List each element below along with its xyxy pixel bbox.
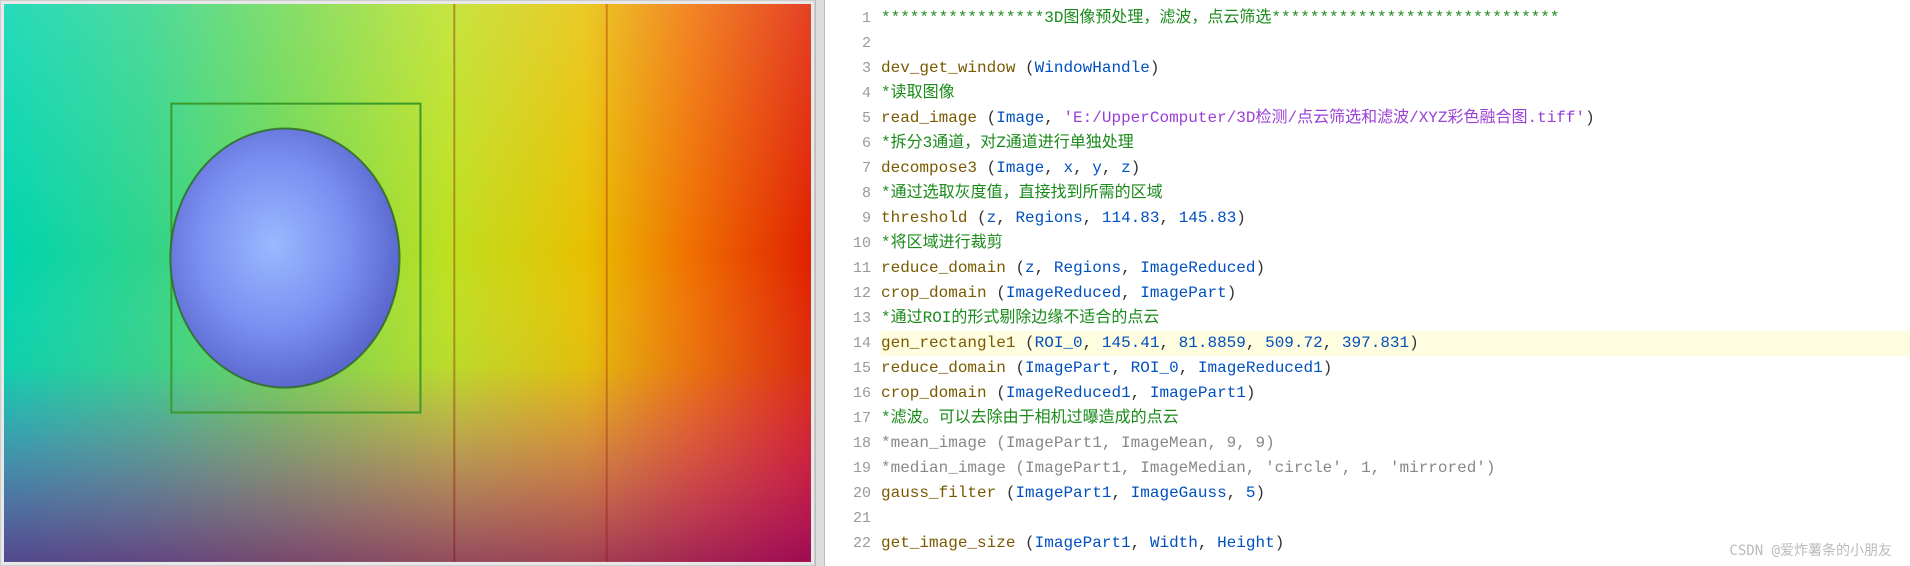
line-number[interactable]: 8 — [825, 181, 871, 206]
code-line[interactable]: read_image (Image, 'E:/UpperComputer/3D检… — [881, 106, 1910, 131]
line-number[interactable]: 1 — [825, 6, 871, 31]
code-lines[interactable]: *****************3D图像预处理，滤波，点云筛选********… — [877, 0, 1910, 566]
line-number[interactable]: 18 — [825, 431, 871, 456]
line-number[interactable]: 3 — [825, 56, 871, 81]
line-number[interactable]: 21 — [825, 506, 871, 531]
line-number-gutter[interactable]: 1234567➔8910111213141516171819202122 — [825, 0, 877, 566]
line-number[interactable]: 10 — [825, 231, 871, 256]
graphics-window[interactable] — [0, 0, 815, 566]
code-line[interactable]: *median_image (ImagePart1, ImageMedian, … — [881, 456, 1910, 481]
code-line[interactable]: *通过选取灰度值，直接找到所需的区域 — [881, 181, 1910, 206]
line-number[interactable]: 15 — [825, 356, 871, 381]
image-view — [4, 4, 811, 562]
line-number[interactable]: 14 — [825, 331, 871, 356]
line-number[interactable]: 22 — [825, 531, 871, 556]
code-line[interactable]: *将区域进行裁剪 — [881, 231, 1910, 256]
code-line[interactable]: *****************3D图像预处理，滤波，点云筛选********… — [881, 6, 1910, 31]
code-line[interactable]: crop_domain (ImageReduced1, ImagePart1) — [881, 381, 1910, 406]
code-line[interactable] — [881, 506, 1910, 531]
code-line[interactable]: *通过ROI的形式剔除边缘不适合的点云 — [881, 306, 1910, 331]
line-number[interactable]: 7➔ — [825, 156, 871, 181]
code-line[interactable]: gauss_filter (ImagePart1, ImageGauss, 5) — [881, 481, 1910, 506]
watermark: CSDN @爱炸薯条的小朋友 — [1729, 540, 1892, 560]
line-number[interactable]: 16 — [825, 381, 871, 406]
line-number[interactable]: 9 — [825, 206, 871, 231]
displayed-image — [4, 4, 811, 562]
code-editor[interactable]: 1234567➔8910111213141516171819202122 ***… — [825, 0, 1910, 566]
code-line[interactable] — [881, 31, 1910, 56]
line-number[interactable]: 12 — [825, 281, 871, 306]
line-number[interactable]: 11 — [825, 256, 871, 281]
panel-divider[interactable] — [815, 0, 825, 566]
code-line[interactable]: decompose3 (Image, x, y, z) — [881, 156, 1910, 181]
line-number[interactable]: 13 — [825, 306, 871, 331]
code-line[interactable]: reduce_domain (z, Regions, ImageReduced) — [881, 256, 1910, 281]
code-line[interactable]: *mean_image (ImagePart1, ImageMean, 9, 9… — [881, 431, 1910, 456]
code-line[interactable]: *读取图像 — [881, 81, 1910, 106]
line-number[interactable]: 6 — [825, 131, 871, 156]
line-number[interactable]: 2 — [825, 31, 871, 56]
code-line[interactable]: gen_rectangle1 (ROI_0, 145.41, 81.8859, … — [881, 331, 1910, 356]
line-number[interactable]: 5 — [825, 106, 871, 131]
line-number[interactable]: 17 — [825, 406, 871, 431]
line-number[interactable]: 19 — [825, 456, 871, 481]
code-line[interactable]: dev_get_window (WindowHandle) — [881, 56, 1910, 81]
code-line[interactable]: crop_domain (ImageReduced, ImagePart) — [881, 281, 1910, 306]
code-line[interactable]: threshold (z, Regions, 114.83, 145.83) — [881, 206, 1910, 231]
line-number[interactable]: 20 — [825, 481, 871, 506]
code-line[interactable]: *滤波。可以去除由于相机过曝造成的点云 — [881, 406, 1910, 431]
code-line[interactable]: reduce_domain (ImagePart, ROI_0, ImageRe… — [881, 356, 1910, 381]
line-number[interactable]: 4 — [825, 81, 871, 106]
code-line[interactable]: *拆分3通道，对Z通道进行单独处理 — [881, 131, 1910, 156]
